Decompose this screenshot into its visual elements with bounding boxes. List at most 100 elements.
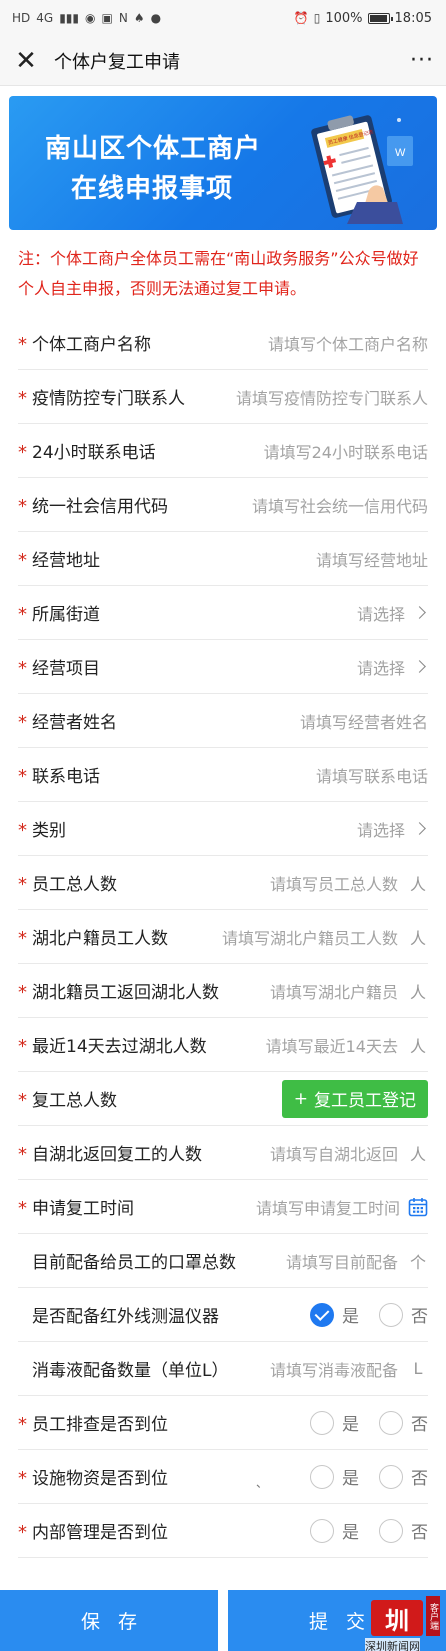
field-label: 经营者姓名 bbox=[32, 713, 117, 733]
vibrate-icon: ▯ bbox=[313, 11, 321, 25]
hubei-resumed-input[interactable]: 请填写自湖北返回 bbox=[270, 1141, 398, 1165]
unit-label: 人 bbox=[409, 874, 426, 894]
radio-yes-checked[interactable] bbox=[310, 1302, 334, 1327]
required-mark: * bbox=[18, 387, 27, 409]
category-select[interactable]: 请选择 bbox=[357, 817, 428, 841]
form-row-address[interactable]: * 经营地址 请填写经营地址 bbox=[18, 532, 428, 586]
required-mark: * bbox=[18, 981, 27, 1003]
radio-yes-label: 是 bbox=[342, 1469, 359, 1489]
field-label: 个体工商户名称 bbox=[32, 335, 151, 355]
required-mark: * bbox=[18, 711, 27, 733]
clock: 18:05 bbox=[394, 10, 432, 26]
form-row-masks[interactable]: 目前配备给员工的口罩总数 请填写目前配备个 bbox=[18, 1234, 428, 1288]
watermark-text: 深圳新闻网 bbox=[365, 1638, 420, 1651]
form-row-employee-check: * 员工排查是否到位 是 否 bbox=[18, 1396, 428, 1450]
radio-no[interactable] bbox=[379, 1518, 403, 1543]
required-mark: * bbox=[18, 927, 27, 949]
notification-icon: ♠ bbox=[133, 11, 145, 25]
visited-hubei-input[interactable]: 请填写最近14天去 bbox=[266, 1033, 398, 1057]
required-mark: * bbox=[18, 765, 27, 787]
field-label: 设施物资是否到位 bbox=[32, 1469, 168, 1489]
form-row-operator-name[interactable]: * 经营者姓名 请填写经营者姓名 bbox=[18, 694, 428, 748]
field-label: 疫情防控专门联系人 bbox=[32, 389, 185, 409]
unit-label: 人 bbox=[409, 1036, 426, 1056]
required-mark: * bbox=[18, 603, 27, 625]
required-mark: * bbox=[18, 441, 27, 463]
form-row-contact-phone[interactable]: * 联系电话 请填写联系电话 bbox=[18, 748, 428, 802]
total-employees-input[interactable]: 请填写员工总人数 bbox=[270, 871, 398, 895]
hd-icon: HD bbox=[12, 11, 31, 25]
disinfectant-input[interactable]: 请填写消毒液配备 bbox=[270, 1357, 398, 1381]
field-label: 湖北籍员工返回湖北人数 bbox=[32, 983, 219, 1003]
select-placeholder: 请选择 bbox=[356, 604, 405, 624]
radio-no-label: 否 bbox=[411, 1415, 428, 1435]
form-row-internal-management: * 内部管理是否到位 是 否 bbox=[18, 1504, 428, 1558]
radio-no[interactable] bbox=[379, 1464, 403, 1489]
unit-label: 个 bbox=[409, 1252, 426, 1272]
battery-icon bbox=[367, 12, 393, 24]
field-label: 员工排查是否到位 bbox=[32, 1415, 168, 1435]
radio-yes[interactable] bbox=[310, 1518, 334, 1543]
credit-code-input[interactable]: 请填写社会统一信用代码 bbox=[252, 493, 428, 517]
24h-phone-input[interactable]: 请填写24小时联系电话 bbox=[264, 439, 428, 463]
banner-title-line1: 南山区个体工商户 bbox=[45, 134, 262, 164]
field-label: 所属街道 bbox=[32, 605, 100, 625]
battery-percent: 100% bbox=[325, 10, 363, 26]
required-mark: * bbox=[18, 819, 27, 841]
radio-no[interactable] bbox=[379, 1302, 403, 1327]
watermark-side-text: 客户端 bbox=[426, 1596, 440, 1636]
chat-icon: ● bbox=[150, 11, 162, 25]
calendar-icon[interactable] bbox=[408, 1197, 428, 1217]
clipboard-illustration-icon: W 员工健康 信息登记表 bbox=[311, 115, 413, 224]
business-item-select[interactable]: 请选择 bbox=[357, 655, 428, 679]
contact-phone-input[interactable]: 请填写联系电话 bbox=[316, 763, 428, 787]
epidemic-contact-input[interactable]: 请填写疫情防控专门联系人 bbox=[236, 385, 428, 409]
save-button[interactable]: 保存 bbox=[0, 1590, 218, 1651]
chevron-right-icon bbox=[413, 606, 426, 619]
unit-label: 人 bbox=[409, 1144, 426, 1164]
notice-text: 注：个体工商户全体员工需在“南山政务服务”公众号做好个人自主申报，否则无法通过复… bbox=[18, 249, 419, 298]
banner-title-line2: 在线申报事项 bbox=[71, 174, 234, 204]
form-row-epidemic-contact[interactable]: * 疫情防控专门联系人 请填写疫情防控专门联系人 bbox=[18, 370, 428, 424]
masks-input[interactable]: 请填写目前配备 bbox=[286, 1249, 398, 1273]
form-row-24h-phone[interactable]: * 24小时联系电话 请填写24小时联系电话 bbox=[18, 424, 428, 478]
radio-yes[interactable] bbox=[310, 1410, 334, 1435]
address-input[interactable]: 请填写经营地址 bbox=[316, 547, 428, 571]
form-row-business-name[interactable]: * 个体工商户名称 请填写个体工商户名称 bbox=[18, 316, 428, 370]
street-select[interactable]: 请选择 bbox=[357, 601, 428, 625]
required-mark: * bbox=[18, 495, 27, 517]
watermark-logo: 圳 bbox=[371, 1600, 423, 1636]
close-icon[interactable]: ✕ bbox=[12, 47, 40, 75]
required-mark: * bbox=[18, 1521, 27, 1543]
field-label: 统一社会信用代码 bbox=[32, 497, 168, 517]
hubei-employees-input[interactable]: 请填写湖北户籍员工人数 bbox=[222, 925, 398, 949]
form-row-disinfectant[interactable]: 消毒液配备数量（单位L） 请填写消毒液配备 L bbox=[18, 1342, 428, 1396]
required-mark: * bbox=[18, 549, 27, 571]
unit-label: 人 bbox=[409, 928, 426, 948]
radio-yes-label: 是 bbox=[342, 1415, 359, 1435]
app-icon: ▣ bbox=[101, 11, 113, 25]
form-row-business-item[interactable]: * 经营项目 请选择 bbox=[18, 640, 428, 694]
more-menu-button[interactable]: ··· bbox=[394, 48, 434, 73]
field-label: 自湖北返回复工的人数 bbox=[32, 1145, 202, 1165]
form-row-hubei-returned-resumed[interactable]: * 自湖北返回复工的人数 请填写自湖北返回人 bbox=[18, 1126, 428, 1180]
register-employees-button[interactable]: + 复工员工登记 bbox=[281, 1079, 428, 1118]
operator-name-input[interactable]: 请填写经营者姓名 bbox=[300, 709, 428, 733]
battery-fill bbox=[369, 14, 387, 22]
form-row-category[interactable]: * 类别 请选择 bbox=[18, 802, 428, 856]
hubei-returned-input[interactable]: 请填写湖北户籍员 bbox=[270, 979, 398, 1003]
business-name-input[interactable]: 请填写个体工商户名称 bbox=[268, 331, 428, 355]
form-row-street[interactable]: * 所属街道 请选择 bbox=[18, 586, 428, 640]
form-row-total-employees[interactable]: * 员工总人数 请填写员工总人数人 bbox=[18, 856, 428, 910]
form-row-visited-hubei-14days[interactable]: * 最近14天去过湖北人数 请填写最近14天去人 bbox=[18, 1018, 428, 1072]
form-row-credit-code[interactable]: * 统一社会信用代码 请填写社会统一信用代码 bbox=[18, 478, 428, 532]
resume-date-input[interactable]: 请填写申请复工时间 bbox=[256, 1195, 400, 1219]
form-row-resume-date[interactable]: * 申请复工时间 请填写申请复工时间 bbox=[18, 1180, 428, 1234]
required-mark: * bbox=[18, 657, 27, 679]
radio-no[interactable] bbox=[379, 1410, 403, 1435]
radio-yes[interactable] bbox=[310, 1464, 334, 1489]
form-row-hubei-returned[interactable]: * 湖北籍员工返回湖北人数 请填写湖北户籍员人 bbox=[18, 964, 428, 1018]
form-row-hubei-employees[interactable]: * 湖北户籍员工人数 请填写湖北户籍员工人数人 bbox=[18, 910, 428, 964]
field-label: 内部管理是否到位 bbox=[32, 1523, 168, 1543]
unit-label: 人 bbox=[409, 982, 426, 1002]
